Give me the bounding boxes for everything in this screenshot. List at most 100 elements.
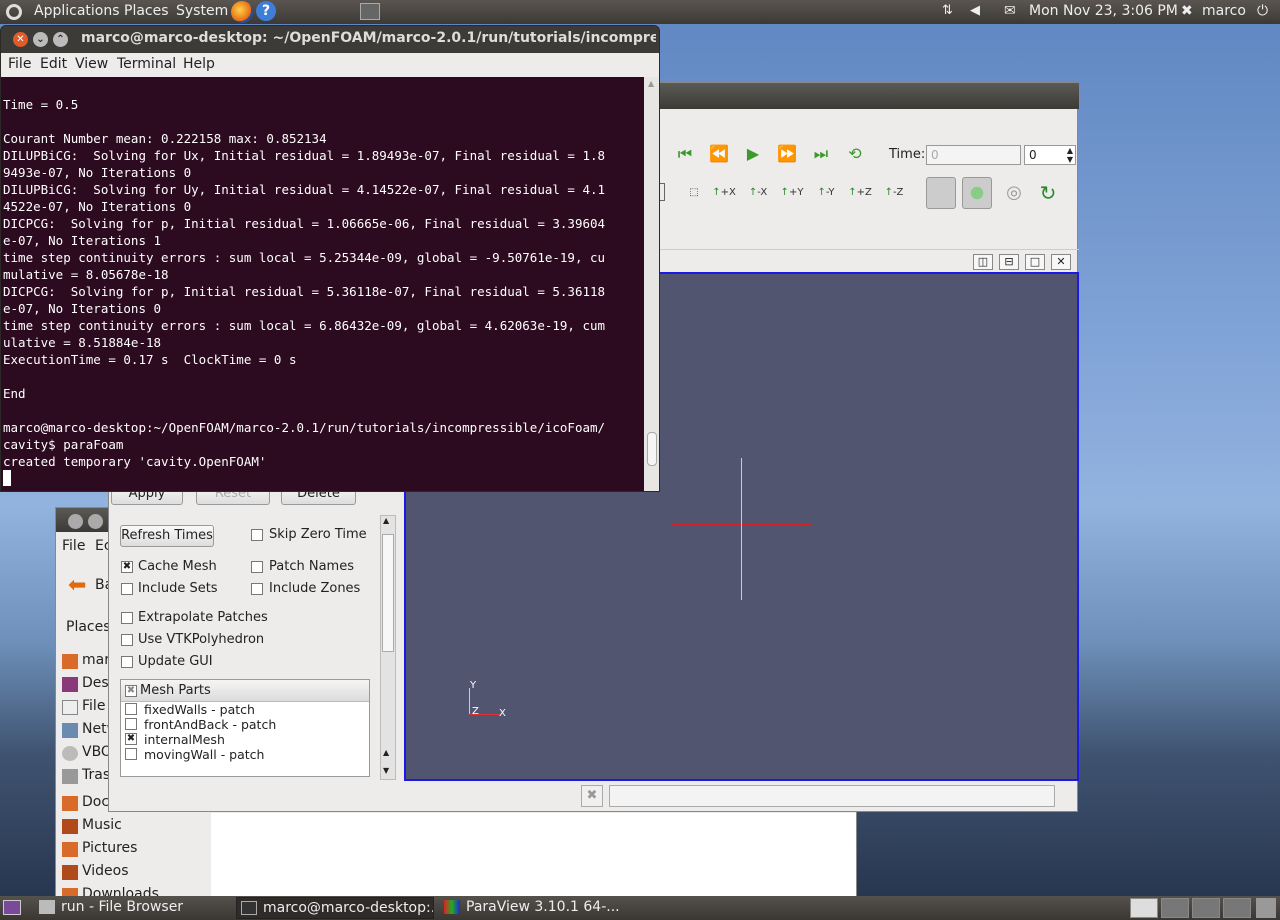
mesh-part-checkbox[interactable]: ✖ [125, 733, 137, 745]
terminal-title[interactable]: marco@marco-desktop: ~/OpenFOAM/marco-2.… [81, 30, 656, 46]
rotate-icon[interactable]: ↻ [1035, 181, 1061, 205]
camera-plus-z-icon[interactable]: ↑+Z [847, 181, 873, 205]
patch-names-checkbox[interactable] [251, 561, 263, 573]
mesh-parts-list[interactable]: ✖ Mesh Parts fixedWalls - patch frontAnd… [120, 679, 370, 777]
clock[interactable]: Mon Nov 23, 3:06 PM [1029, 3, 1178, 19]
scroll-down-icon[interactable]: ▼ [383, 766, 389, 775]
minimize-icon[interactable]: ⌄ [33, 32, 48, 47]
mesh-part-checkbox[interactable] [125, 718, 137, 730]
terminal-scrollbar[interactable]: ▲ [644, 77, 659, 491]
close-icon[interactable]: ✕ [13, 32, 28, 47]
workspace-3-icon[interactable] [1192, 898, 1220, 918]
help-icon[interactable]: ? [256, 1, 276, 21]
mesh-part-row[interactable]: fixedWalls - patch [121, 702, 369, 717]
terminal-line: marco@marco-desktop:~/OpenFOAM/marco-2.0… [3, 420, 606, 435]
firefox-icon[interactable] [231, 1, 253, 23]
include-zones-checkbox[interactable] [251, 583, 263, 595]
workspace-4-icon[interactable] [1223, 898, 1251, 918]
volume-icon[interactable]: ◀︎ [970, 3, 980, 18]
split-vertical-icon[interactable]: ⊟ [999, 254, 1019, 270]
maximize-icon[interactable]: ⌃ [53, 32, 68, 47]
taskbar-item-filebrowser[interactable]: run - File Browser [35, 897, 230, 919]
network-icon[interactable]: ⇅ [942, 3, 953, 18]
mesh-part-checkbox[interactable] [125, 748, 137, 760]
file-view[interactable] [211, 813, 856, 898]
previous-frame-icon[interactable]: ⏪ [709, 145, 729, 163]
last-frame-icon[interactable]: ⏭ [811, 145, 831, 163]
mesh-part-row[interactable]: ✖ internalMesh [121, 732, 369, 747]
maximize-view-icon[interactable]: □ [1025, 254, 1045, 270]
time-input[interactable]: 0 [926, 145, 1021, 165]
taskbar-item-terminal[interactable]: marco@marco-desktop:... [236, 897, 434, 919]
terminal-line: mulative = 8.05678e-18 [3, 267, 169, 282]
next-frame-icon[interactable]: ⏩ [777, 145, 797, 163]
properties-scrollbar[interactable]: ▲ ▲ ▼ [380, 515, 396, 780]
workspace-2-icon[interactable] [1161, 898, 1189, 918]
trash-icon[interactable] [1256, 898, 1276, 918]
taskbar-item-paraview[interactable]: ParaView 3.10.1 64-... [440, 897, 640, 919]
terminal-output[interactable]: Time = 0.5 Courant Number mean: 0.222158 … [1, 77, 644, 491]
close-icon[interactable] [68, 514, 83, 529]
terminal-line: DICPCG: Solving for p, Initial residual … [3, 284, 606, 299]
update-gui-checkbox[interactable] [121, 656, 133, 668]
place-item[interactable]: Videos [82, 863, 129, 879]
extrapolate-patches-checkbox[interactable] [121, 612, 133, 624]
show-center-icon[interactable] [926, 177, 956, 209]
menu-terminal[interactable]: Terminal [117, 56, 176, 72]
back-arrow-icon[interactable]: ⬅ [68, 573, 86, 598]
loop-icon[interactable]: ⟲ [845, 145, 865, 163]
fb-menu-file[interactable]: File [62, 538, 85, 554]
scroll-up-icon[interactable]: ▲ [648, 79, 654, 88]
camera-minus-x-icon[interactable]: ↑-X [745, 181, 771, 205]
workspace-1-icon[interactable] [1130, 898, 1158, 918]
split-horizontal-icon[interactable]: ◫ [973, 254, 993, 270]
zoom-to-box-icon[interactable]: ⬚ [681, 181, 707, 205]
camera-toolbar: ⬚ ↑+X ↑-X ↑+Y ↑-Y ↑+Z ↑-Z ◎ ↻ [649, 177, 1069, 211]
place-item[interactable]: Tras [82, 767, 110, 783]
scroll-down-icon[interactable]: ▲ [383, 748, 389, 757]
system-menu[interactable]: System [176, 3, 228, 19]
user-name[interactable]: marco [1202, 3, 1246, 19]
place-item[interactable]: Music [82, 817, 122, 833]
mesh-part-row[interactable]: movingWall - patch [121, 747, 369, 762]
pick-center-icon[interactable]: ◎ [1001, 181, 1027, 205]
menu-file[interactable]: File [8, 56, 31, 72]
place-item[interactable]: Pictures [82, 840, 137, 856]
camera-plus-x-icon[interactable]: ↑+X [711, 181, 737, 205]
applications-menu[interactable]: Applications [34, 3, 120, 19]
mail-icon[interactable]: ✉ [1004, 3, 1016, 19]
close-view-icon[interactable]: ✕ [1051, 254, 1071, 270]
skip-zero-time-checkbox[interactable] [251, 529, 263, 541]
scroll-thumb[interactable] [382, 534, 394, 652]
scroll-thumb[interactable] [647, 432, 657, 466]
show-desktop-icon[interactable] [3, 900, 21, 915]
places-menu[interactable]: Places [124, 3, 169, 19]
camera-minus-y-icon[interactable]: ↑-Y [813, 181, 839, 205]
camera-plus-y-icon[interactable]: ↑+Y [779, 181, 805, 205]
mesh-part-checkbox[interactable] [125, 703, 137, 715]
ubuntu-logo-icon[interactable] [6, 4, 22, 20]
reset-center-icon[interactable] [962, 177, 992, 209]
mesh-parts-header[interactable]: ✖ Mesh Parts [121, 680, 369, 702]
use-vtkpolyhedron-checkbox[interactable] [121, 634, 133, 646]
include-sets-checkbox[interactable] [121, 583, 133, 595]
first-frame-icon[interactable]: ⏮ [675, 145, 695, 163]
menu-edit[interactable]: Edit [40, 56, 67, 72]
time-step-spinbox[interactable]: 0 ▲ ▼ [1024, 145, 1076, 165]
minimize-icon[interactable] [88, 514, 103, 529]
mesh-parts-all-checkbox[interactable]: ✖ [125, 685, 137, 697]
mesh-part-row[interactable]: frontAndBack - patch [121, 717, 369, 732]
scroll-up-icon[interactable]: ▲ [383, 516, 389, 525]
place-item[interactable]: File [82, 698, 105, 714]
terminal-line: DILUPBiCG: Solving for Uy, Initial resid… [3, 182, 606, 197]
play-icon[interactable]: ▶ [743, 145, 763, 163]
power-icon[interactable]: ⏻ [1257, 3, 1268, 19]
clear-icon[interactable]: ✖ [581, 785, 603, 807]
menu-view[interactable]: View [75, 56, 108, 72]
cache-mesh-checkbox[interactable]: ✖ [121, 561, 133, 573]
menu-help[interactable]: Help [183, 56, 215, 72]
spin-arrows-icon[interactable]: ▲ ▼ [1067, 146, 1073, 164]
camera-minus-z-icon[interactable]: ↑-Z [881, 181, 907, 205]
refresh-times-button[interactable]: Refresh Times [120, 525, 214, 547]
workspace-switcher-icon[interactable] [360, 3, 380, 20]
